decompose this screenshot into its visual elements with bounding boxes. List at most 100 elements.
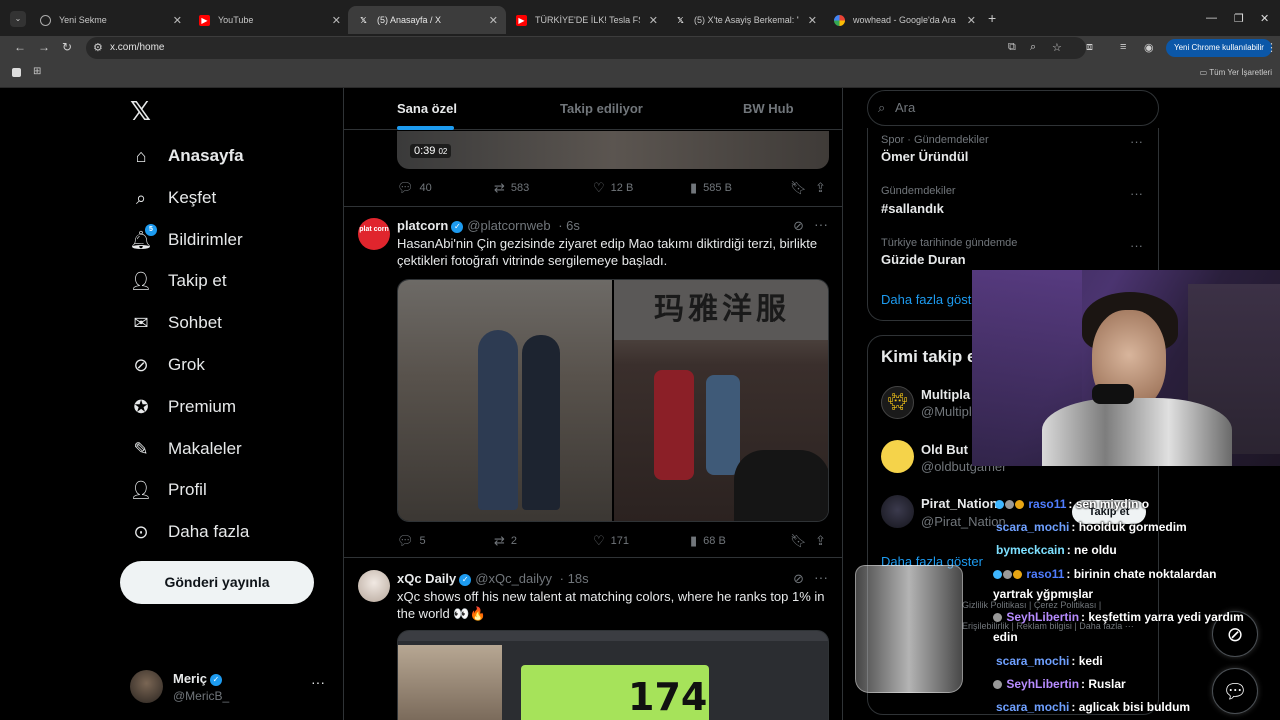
forward-icon[interactable]: →	[38, 40, 50, 54]
tweet-author[interactable]: platcorn ✓ @platcornweb · 6s	[397, 218, 580, 233]
restore-icon[interactable]: ❐	[1234, 12, 1244, 25]
profile-icon[interactable]: ◉	[1144, 41, 1154, 54]
minimize-icon[interactable]: —	[1206, 12, 1217, 24]
close-window-icon[interactable]: ✕	[1260, 12, 1269, 25]
close-tab-icon[interactable]: ✕	[332, 14, 341, 27]
close-tab-icon[interactable]: ✕	[489, 14, 498, 27]
tweet-image[interactable]: 玛雅洋服	[397, 279, 829, 522]
verified-icon: ✓	[209, 674, 222, 686]
share-button[interactable]: ⇪	[815, 180, 832, 196]
main-feed: 0:39 02 💬︎ 40 ⇄ 583 ♡ 12 B ▮ 585 B 🔖︎ ⇪ plat…	[343, 88, 843, 720]
close-tab-icon[interactable]: ✕	[967, 14, 976, 27]
menu-icon[interactable]: ⋮	[1266, 41, 1277, 54]
grok-icon[interactable]: ⊘	[793, 571, 804, 587]
webcam-overlay	[972, 270, 1280, 466]
media-icon[interactable]: ≡	[1120, 41, 1126, 53]
nav-item-chat[interactable]: ✉ Sohbet	[130, 308, 221, 338]
bookmark-icon[interactable]	[12, 68, 21, 77]
nav-item-grok[interactable]: ⊘ Grok	[130, 350, 204, 380]
browser-tab[interactable]: wowhead - Google'da Ara ✕	[824, 6, 984, 34]
close-tab-icon[interactable]: ✕	[808, 14, 817, 27]
nav-item-follow[interactable]: 👤︎ Takip et	[130, 266, 227, 296]
views-button[interactable]: ▮ 585 B	[690, 180, 732, 196]
extensions-icon[interactable]: ⧈	[1086, 41, 1093, 54]
trend-item[interactable]: #sallandık	[881, 201, 944, 216]
reload-icon[interactable]: ↻	[62, 40, 72, 54]
more-icon[interactable]: ···	[1130, 186, 1143, 201]
views-button[interactable]: ▮ 68 B	[690, 533, 726, 549]
more-icon[interactable]: ···	[814, 569, 828, 585]
bookmark-button[interactable]: 🔖︎	[790, 180, 813, 196]
bookmark-button[interactable]: 🔖︎	[790, 533, 813, 549]
suggested-name[interactable]: Multipla	[921, 387, 970, 402]
trend-item[interactable]: Ömer Üründül	[881, 149, 968, 164]
trend-meta: Spor · Gündemdekiler	[881, 134, 989, 146]
browser-tab[interactable]: ▶ YouTube ✕	[189, 6, 349, 34]
new-tab-button[interactable]: +	[988, 10, 996, 26]
browser-tab[interactable]: 𝕏 (5) X'te Asayiş Berkemal: "Yanlış ✕	[665, 6, 825, 34]
install-app-icon[interactable]: ⧉	[1008, 41, 1016, 54]
nav-item-premium[interactable]: ✪ Premium	[130, 392, 236, 422]
tweet-avatar[interactable]	[358, 570, 390, 602]
tweet-avatar[interactable]: plat corn	[358, 218, 390, 250]
suggested-name[interactable]: Pirat_Nation	[921, 496, 998, 511]
footer-links[interactable]: Gizlilik Politikası | Çerez Politikası |	[962, 600, 1101, 610]
chat-message: raso11: birinin chate noktalardan	[993, 567, 1216, 581]
site-info-icon[interactable]: ⚙	[93, 41, 103, 54]
more-icon[interactable]: ···	[814, 216, 828, 232]
share-button[interactable]: ⇪	[815, 533, 832, 549]
show-more-trends-link[interactable]: Daha fazla göster	[881, 292, 983, 307]
url-text[interactable]: x.com/home	[110, 42, 164, 53]
tab-following[interactable]: Takip ediliyor	[560, 101, 643, 116]
chrome-update-button[interactable]: Yeni Chrome kullanılabilir	[1166, 39, 1272, 57]
more-icon[interactable]: ···	[1130, 238, 1143, 253]
nav-item-profile[interactable]: 👤︎ Profil	[130, 475, 207, 505]
search-input[interactable]	[895, 97, 1135, 117]
messages-fab-icon[interactable]: 💬︎	[1212, 668, 1258, 714]
account-more-icon[interactable]: ···	[311, 674, 325, 690]
reply-button[interactable]: 💬︎ 5	[397, 533, 426, 549]
nav-item-explore[interactable]: ⌕ Keşfet	[130, 183, 216, 213]
account-avatar[interactable]	[130, 670, 163, 703]
browser-tab-active[interactable]: 𝕏 (5) Anasayfa / X ✕	[348, 6, 506, 34]
suggested-avatar[interactable]: 👾︎	[881, 386, 914, 419]
nav-item-home[interactable]: ⌂ Anasayfa	[130, 141, 244, 171]
trend-item[interactable]: Güzide Duran	[881, 252, 966, 267]
search-icon: ⌕	[135, 187, 147, 208]
repost-button[interactable]: ⇄ 583	[494, 180, 529, 196]
close-tab-icon[interactable]: ✕	[173, 14, 182, 27]
nav-item-more[interactable]: ⊙ Daha fazla	[130, 517, 249, 547]
zoom-icon[interactable]: ⌕	[1030, 41, 1036, 54]
more-icon[interactable]: ···	[1130, 134, 1143, 149]
suggested-avatar[interactable]	[881, 440, 914, 473]
tweet-video[interactable]: 174	[397, 630, 829, 720]
browser-tab[interactable]: ▶ TÜRKİYE'DE İLK! Tesla FSD'yi İst ✕	[506, 6, 666, 34]
back-icon[interactable]: ←	[14, 40, 26, 54]
tab-search-button[interactable]: ⌄	[10, 11, 26, 27]
like-button[interactable]: ♡ 171	[593, 533, 629, 549]
youtube-icon: ▶	[199, 14, 210, 26]
video-media[interactable]	[397, 131, 829, 169]
grok-icon[interactable]: ⊘	[793, 218, 804, 234]
x-icon: 𝕏	[360, 15, 367, 25]
tweet-author[interactable]: xQc Daily ✓ @xQc_dailyy · 18s	[397, 571, 589, 586]
bookmark-star-icon[interactable]: ☆	[1052, 41, 1062, 54]
nav-item-articles[interactable]: ✎ Makaleler	[130, 434, 241, 464]
apps-icon[interactable]: ⊞	[33, 66, 41, 77]
all-bookmarks-folder[interactable]: ▭ Tüm Yer İşaretleri	[1200, 68, 1272, 77]
reply-button[interactable]: 💬︎ 40	[397, 180, 432, 196]
post-button[interactable]: Gönderi yayınla	[120, 561, 314, 604]
share-icon: ⇪	[815, 533, 826, 548]
nav-item-notifications[interactable]: 🔔︎ 5 Bildirimler	[130, 224, 243, 255]
tab-for-you[interactable]: Sana özel	[397, 101, 457, 116]
close-tab-icon[interactable]: ✕	[649, 14, 658, 27]
repost-button[interactable]: ⇄ 2	[494, 533, 517, 549]
account-name[interactable]: Meriç ✓	[173, 671, 222, 686]
suggested-avatar[interactable]	[881, 495, 914, 528]
like-button[interactable]: ♡ 12 B	[593, 180, 633, 196]
browser-tab[interactable]: Yeni Sekme ✕	[30, 6, 190, 34]
tab-bw-hub[interactable]: BW Hub	[743, 101, 794, 116]
address-bar[interactable]	[86, 37, 1086, 59]
x-logo-icon[interactable]: 𝕏	[130, 96, 151, 127]
views-icon: ▮	[690, 180, 698, 195]
